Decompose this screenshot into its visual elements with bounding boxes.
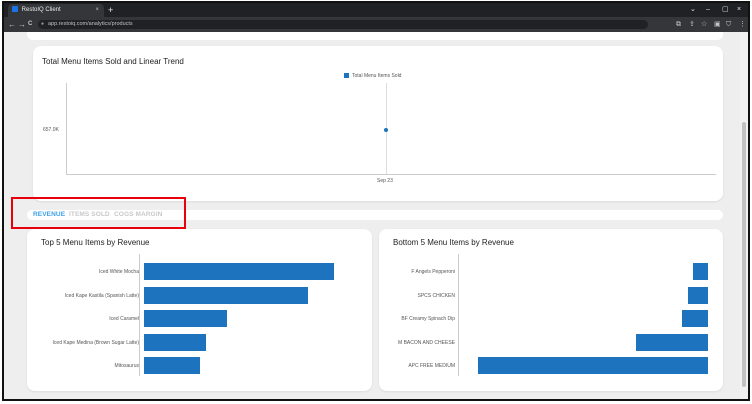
bookmark-star-icon[interactable]: ☆ xyxy=(701,19,707,30)
bottom5-bar-label-1: SPCS CHICKEN xyxy=(417,292,455,299)
url-text: app.restoiq.com/analytics/products xyxy=(48,21,133,27)
bottom5-bar-3[interactable] xyxy=(636,333,708,351)
back-icon[interactable]: ← xyxy=(8,18,16,31)
x-tick-label: Sep 23 xyxy=(377,178,393,184)
bottom5-card-title: Bottom 5 Menu Items by Revenue xyxy=(393,238,514,247)
top5-bar-3[interactable] xyxy=(144,333,206,351)
tab-search-icon[interactable]: ⌄ xyxy=(690,4,696,16)
bottom5-bar-label-0: F Angels Pepperoni xyxy=(411,269,455,275)
trend-legend[interactable]: Total Menu Items Sold xyxy=(344,73,401,79)
page-scrollbar[interactable] xyxy=(740,32,748,399)
lock-icon: ● xyxy=(41,21,45,27)
scrollbar-thumb[interactable] xyxy=(742,122,746,387)
address-bar[interactable]: ● app.restoiq.com/analytics/products xyxy=(38,20,648,29)
open-in-app-icon[interactable]: ⧉ xyxy=(676,19,681,30)
highlight-box xyxy=(11,197,186,229)
bottom5-bar-0[interactable] xyxy=(693,263,708,280)
bottom5-bar-label-2: BF Creamy Spinach Dip xyxy=(401,316,455,322)
top-card-edge xyxy=(27,32,723,40)
sidebar-icon[interactable]: ▣ xyxy=(714,19,721,30)
forward-icon[interactable]: → xyxy=(18,18,26,31)
trend-legend-label: Total Menu Items Sold xyxy=(352,73,402,79)
bottom5-axis-line xyxy=(458,254,459,376)
browser-toolbar: ← → C ● app.restoiq.com/analytics/produc… xyxy=(4,17,748,32)
tab-strip: RestoIQ Client × + ⌄ – ▢ × xyxy=(4,3,748,17)
new-tab-button[interactable]: + xyxy=(108,4,113,16)
minimize-icon[interactable]: – xyxy=(706,4,710,16)
top5-bar-label-3: Iced Kape Medina (Brown Sugar Latte) xyxy=(52,339,139,346)
y-axis-line xyxy=(66,83,67,175)
x-axis-line xyxy=(66,174,716,175)
bottom5-bar-1[interactable] xyxy=(688,286,708,304)
top5-card: Top 5 Menu Items by Revenue Iced White M… xyxy=(27,229,372,391)
maximize-icon[interactable]: ▢ xyxy=(722,4,729,16)
top5-bar-label-0: Iced White Mocha xyxy=(98,269,139,275)
top5-axis-line xyxy=(139,254,140,376)
reload-icon[interactable]: C xyxy=(28,18,32,31)
share-icon[interactable]: ⇪ xyxy=(689,19,695,30)
extension-icon[interactable]: ⛉ xyxy=(726,19,731,30)
bottom5-bar-label-3: M BACON AND CHEESE xyxy=(398,339,455,346)
browser-tab[interactable]: RestoIQ Client × xyxy=(8,4,104,17)
bottom5-bar-4[interactable] xyxy=(478,357,708,374)
tab-title: RestoIQ Client xyxy=(21,7,61,13)
tab-close-icon[interactable]: × xyxy=(95,4,99,17)
bottom5-bar-label-4: APC FREE MEDIUM xyxy=(408,363,455,369)
top5-bar-label-1: Iced Kape Kastila (Spanish Latte) xyxy=(64,292,139,299)
bottom5-card: Bottom 5 Menu Items by Revenue F Angels … xyxy=(379,229,723,391)
close-window-icon[interactable]: × xyxy=(737,4,741,16)
menu-icon[interactable]: ⋮ xyxy=(739,19,746,30)
legend-swatch xyxy=(344,73,349,79)
top5-bar-2[interactable] xyxy=(144,310,227,327)
y-tick-label: 657.0K xyxy=(43,127,59,133)
top5-bar-label-2: Iced Caramel xyxy=(109,316,139,322)
trend-card-title: Total Menu Items Sold and Linear Trend xyxy=(42,57,184,66)
trend-data-point[interactable] xyxy=(384,128,388,132)
top5-bar-4[interactable] xyxy=(144,357,200,374)
top5-bar-0[interactable] xyxy=(144,263,334,280)
top5-bar-label-4: Mitosaurus xyxy=(114,363,139,369)
top5-bar-1[interactable] xyxy=(144,286,308,304)
top5-card-title: Top 5 Menu Items by Revenue xyxy=(41,238,150,247)
bottom5-bar-2[interactable] xyxy=(682,310,708,327)
browser-window: RestoIQ Client × + ⌄ – ▢ × ← → C ● app.r… xyxy=(2,1,750,401)
favicon-icon xyxy=(12,6,18,13)
trend-card: Total Menu Items Sold and Linear Trend T… xyxy=(33,46,723,201)
page-content: Total Menu Items Sold and Linear Trend T… xyxy=(4,32,748,399)
